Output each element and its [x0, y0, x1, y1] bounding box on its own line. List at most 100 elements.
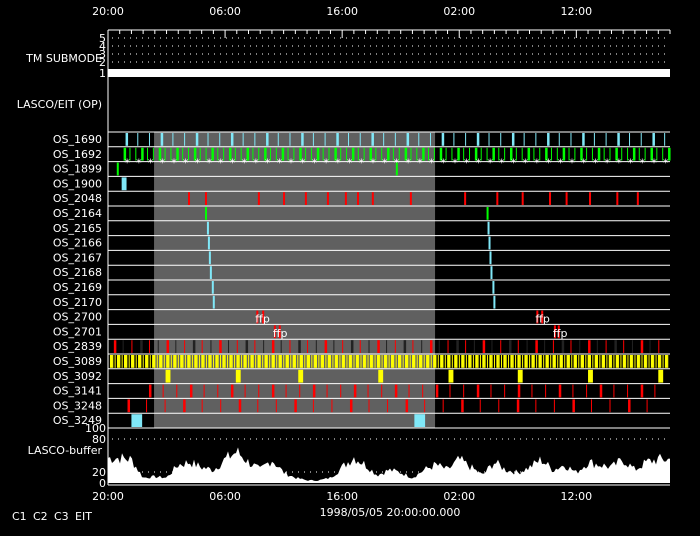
bottom-time-label: 16:00 — [326, 490, 358, 503]
event-mark — [397, 355, 401, 368]
event-block — [378, 369, 384, 383]
event-mark — [403, 340, 407, 353]
event-mark — [475, 355, 478, 368]
event-mark — [498, 399, 500, 413]
asterisk-mark: * — [300, 157, 306, 170]
event-mark — [470, 355, 472, 368]
event-mark — [326, 192, 329, 205]
event-mark — [381, 355, 383, 368]
event-mark — [383, 133, 385, 146]
event-mark — [252, 355, 254, 368]
asterisk-mark: * — [417, 157, 423, 170]
event-mark — [490, 384, 492, 398]
bottom-time-label: 12:00 — [560, 490, 592, 503]
event-mark — [487, 221, 490, 235]
asterisk-mark: * — [382, 157, 388, 170]
event-mark — [230, 133, 234, 146]
event-mark — [652, 133, 655, 146]
asterisk-mark: * — [558, 157, 564, 170]
event-mark — [356, 192, 359, 205]
asterisk-mark: * — [277, 157, 283, 170]
event-mark — [394, 133, 396, 146]
event-mark — [308, 355, 310, 368]
event-mark — [596, 340, 598, 353]
event-mark — [245, 355, 247, 368]
event-mark — [429, 133, 431, 146]
row-label-OS_2839: OS_2839 — [53, 340, 102, 353]
event-mark — [629, 355, 633, 368]
event-mark — [535, 399, 537, 413]
event-mark — [324, 340, 328, 353]
event-mark — [358, 355, 360, 368]
event-mark — [147, 355, 149, 368]
asterisk-mark: * — [183, 157, 189, 170]
annotation-label: ffp — [553, 327, 568, 340]
row-label-OS_3089: OS_3089 — [53, 355, 102, 368]
event-mark — [628, 399, 631, 413]
event-mark — [488, 236, 491, 250]
event-mark — [531, 355, 534, 368]
event-mark — [360, 355, 362, 368]
event-mark — [463, 355, 465, 368]
event-mark — [617, 133, 620, 146]
event-block — [121, 177, 127, 191]
event-mark — [636, 192, 639, 205]
asterisk-mark: * — [124, 157, 130, 170]
event-mark — [184, 355, 186, 368]
event-mark — [447, 340, 449, 353]
event-mark — [570, 340, 572, 353]
event-mark — [248, 355, 250, 368]
event-mark — [535, 340, 538, 353]
event-mark — [138, 355, 141, 368]
event-mark — [643, 355, 647, 368]
event-mark — [503, 355, 506, 368]
event-mark — [191, 355, 193, 368]
event-mark — [570, 133, 572, 146]
event-mark — [160, 133, 164, 146]
asterisk-mark: * — [136, 157, 142, 170]
row-label-OS_2165: OS_2165 — [53, 222, 102, 235]
event-mark — [116, 162, 119, 176]
event-mark — [189, 355, 191, 368]
event-mark — [654, 384, 656, 398]
event-mark — [207, 133, 209, 146]
annotation-label: ffp — [535, 312, 550, 325]
asterisk-mark: * — [651, 157, 657, 170]
event-mark — [283, 355, 285, 368]
event-mark — [465, 355, 467, 368]
event-mark — [217, 384, 219, 398]
event-mark — [438, 340, 440, 353]
event-mark — [489, 251, 492, 265]
event-mark — [280, 340, 282, 353]
event-mark — [636, 355, 640, 368]
event-mark — [667, 355, 669, 368]
event-mark — [148, 133, 150, 146]
event-mark — [565, 192, 568, 205]
event-mark — [482, 340, 486, 353]
event-mark — [650, 355, 654, 368]
event-mark — [458, 355, 460, 368]
event-mark — [477, 355, 479, 368]
event-mark — [395, 355, 397, 368]
event-mark — [524, 355, 527, 368]
bottom-time-label: 06:00 — [209, 490, 241, 503]
event-mark — [594, 355, 598, 368]
event-mark — [142, 355, 144, 368]
event-mark — [491, 355, 493, 368]
event-mark — [613, 384, 615, 398]
event-mark — [394, 340, 396, 353]
event-mark — [605, 133, 607, 146]
event-mark — [318, 355, 320, 368]
event-mark — [259, 355, 261, 368]
event-mark — [196, 355, 198, 368]
event-mark — [593, 133, 595, 146]
event-mark — [311, 355, 313, 368]
event-mark — [236, 340, 238, 353]
event-mark — [176, 384, 178, 398]
event-mark — [585, 355, 587, 368]
event-mark — [349, 399, 353, 413]
event-mark — [597, 355, 599, 368]
event-mark — [588, 340, 591, 353]
event-mark — [170, 355, 172, 368]
event-mark — [304, 355, 306, 368]
